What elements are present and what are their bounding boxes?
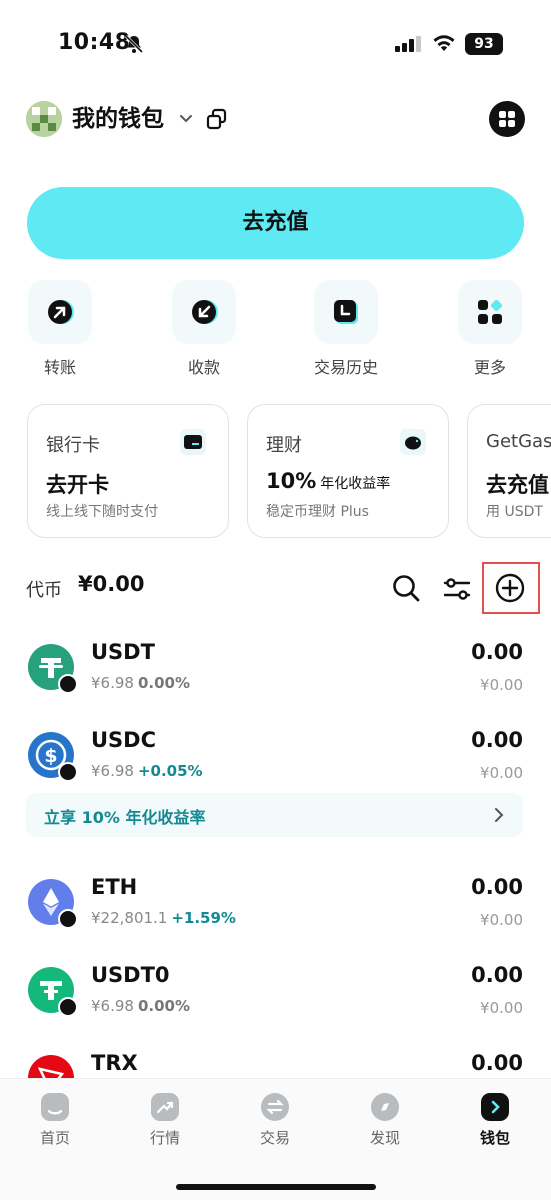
token-row-usdc[interactable]: $ USDC ¥6.98 +0.05% 0.00 ¥0.00 xyxy=(0,722,551,802)
token-value: ¥0.00 xyxy=(480,999,523,1017)
card-sub: 用 USDT xyxy=(486,504,543,520)
card-sub: 线上线下随时支付 xyxy=(46,504,158,520)
compass-icon xyxy=(371,1093,399,1121)
token-symbol: USDT0 xyxy=(91,963,170,987)
bell-muted-icon xyxy=(124,34,144,54)
history-clock-icon xyxy=(314,280,378,344)
token-value: ¥0.00 xyxy=(480,676,523,694)
nav-label: 行情 xyxy=(149,1129,180,1147)
nav-market[interactable]: 行情 xyxy=(125,1093,205,1148)
promo-text: 立享 10% 年化收益率 xyxy=(44,808,206,827)
nav-label: 交易 xyxy=(259,1129,290,1147)
token-price-line: ¥6.98 0.00% xyxy=(91,997,190,1015)
token-price-line: ¥6.98 0.00% xyxy=(91,674,190,692)
wealth-card[interactable]: 理财 10% 年化收益率 稳定币理财 Plus xyxy=(247,404,449,538)
apps-grid-icon[interactable] xyxy=(489,101,525,137)
more-grid-icon xyxy=(458,280,522,344)
wallet-header: 我的钱包 xyxy=(26,98,525,140)
token-amount: 0.00 xyxy=(471,640,523,664)
token-header: 代币 ¥0.00 xyxy=(26,562,540,614)
quick-actions: 转账 收款 交易历史 更多 xyxy=(0,280,551,380)
card-title: 理财 xyxy=(266,435,302,456)
token-total: ¥0.00 xyxy=(78,572,145,596)
token-label: 代币 xyxy=(26,580,62,601)
wallet-title[interactable]: 我的钱包 xyxy=(72,101,164,137)
home-icon xyxy=(41,1093,69,1121)
token-symbol: TRX xyxy=(91,1051,138,1075)
wallet-icon xyxy=(481,1093,509,1121)
nav-home[interactable]: 首页 xyxy=(15,1093,95,1148)
chain-badge-icon xyxy=(58,762,78,782)
send-arrow-icon xyxy=(28,280,92,344)
chain-badge-icon xyxy=(58,674,78,694)
signal-icon xyxy=(395,36,421,52)
bank-card-card[interactable]: 银行卡 去开卡 线上线下随时支付 xyxy=(27,404,229,538)
token-value: ¥0.00 xyxy=(480,764,523,782)
token-symbol: USDC xyxy=(91,728,157,752)
token-row-eth[interactable]: ETH ¥22,801.1 +1.59% 0.00 ¥0.00 xyxy=(0,869,551,949)
card-title: 银行卡 xyxy=(46,435,100,456)
bottom-nav: 首页 行情 交易 发现 钱包 xyxy=(0,1078,551,1200)
filter-icon[interactable] xyxy=(442,574,472,604)
battery-indicator: 93 xyxy=(465,33,503,55)
avatar-image xyxy=(26,101,62,137)
chain-badge-icon xyxy=(58,909,78,929)
getgas-card[interactable]: GetGas 去充值 用 USDT xyxy=(467,404,551,538)
token-symbol: ETH xyxy=(91,875,138,899)
nav-label: 首页 xyxy=(39,1129,70,1147)
piggy-bank-icon xyxy=(400,429,426,455)
card-sub: 稳定币理财 Plus xyxy=(266,504,369,520)
status-bar: 10:48 93 xyxy=(0,0,551,90)
nav-wallet[interactable]: 钱包 xyxy=(455,1093,535,1148)
transfer-label: 转账 xyxy=(43,358,76,377)
copy-icon[interactable] xyxy=(206,108,228,130)
promo-banner[interactable]: 立享 10% 年化收益率 xyxy=(26,793,523,837)
trend-up-icon xyxy=(151,1093,179,1121)
token-price-line: ¥22,801.1 +1.59% xyxy=(91,909,236,927)
nav-trade[interactable]: 交易 xyxy=(235,1093,315,1148)
avatar[interactable] xyxy=(26,101,62,137)
token-row-usdt0[interactable]: USDT0 ¥6.98 0.00% 0.00 ¥0.00 xyxy=(0,957,551,1037)
token-value: ¥0.00 xyxy=(480,911,523,929)
add-circle-icon[interactable] xyxy=(494,572,526,604)
add-token-highlight xyxy=(482,562,540,614)
token-amount: 0.00 xyxy=(471,1051,523,1075)
wifi-icon xyxy=(433,35,455,51)
more-button[interactable]: 更多 xyxy=(450,280,530,378)
card-title: GetGas xyxy=(486,431,551,452)
receive-arrow-icon xyxy=(172,280,236,344)
card-main: 去开卡 xyxy=(46,473,109,497)
feature-cards: 银行卡 去开卡 线上线下随时支付 理财 10% 年化收益率 稳定币理财 Plus … xyxy=(0,404,551,540)
nav-label: 发现 xyxy=(369,1129,400,1147)
token-amount: 0.00 xyxy=(471,875,523,899)
chevron-down-icon[interactable] xyxy=(178,110,194,126)
nav-discover[interactable]: 发现 xyxy=(345,1093,425,1148)
chain-badge-icon xyxy=(58,997,78,1017)
card-icon xyxy=(180,429,206,455)
token-symbol: USDT xyxy=(91,640,155,664)
token-amount: 0.00 xyxy=(471,963,523,987)
history-label: 交易历史 xyxy=(313,358,378,377)
more-label: 更多 xyxy=(473,358,506,377)
receive-button[interactable]: 收款 xyxy=(164,280,244,378)
token-row-usdt[interactable]: USDT ¥6.98 0.00% 0.00 ¥0.00 xyxy=(0,634,551,714)
token-amount: 0.00 xyxy=(471,728,523,752)
token-price-line: ¥6.98 +0.05% xyxy=(91,762,203,780)
home-indicator xyxy=(176,1184,376,1190)
status-time: 10:48 xyxy=(58,30,131,55)
nav-label: 钱包 xyxy=(479,1129,510,1147)
transfer-button[interactable]: 转账 xyxy=(20,280,100,378)
chevron-right-icon xyxy=(495,808,504,822)
deposit-button[interactable]: 去充值 xyxy=(27,187,524,259)
history-button[interactable]: 交易历史 xyxy=(306,280,386,378)
receive-label: 收款 xyxy=(187,358,220,377)
svg-text:$: $ xyxy=(44,745,57,767)
card-main: 10% 年化收益率 xyxy=(266,469,391,493)
swap-icon xyxy=(261,1093,289,1121)
search-icon[interactable] xyxy=(390,572,422,604)
card-main: 去充值 xyxy=(486,473,549,497)
